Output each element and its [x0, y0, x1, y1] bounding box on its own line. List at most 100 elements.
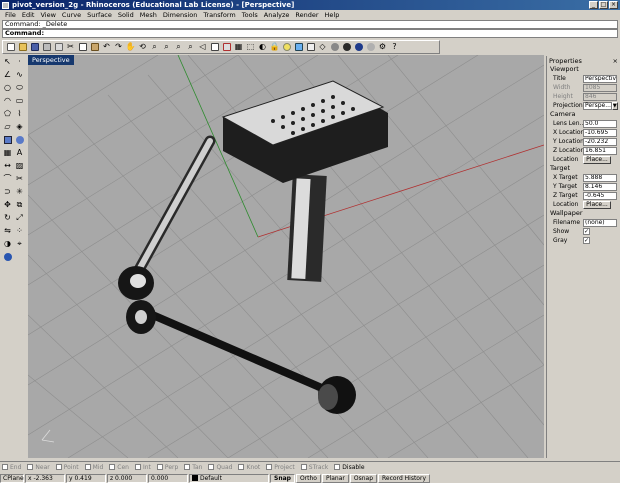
osnap-perp[interactable]: Perp — [156, 464, 178, 471]
zoom-selected-icon[interactable]: ⌕ — [185, 42, 196, 53]
snap-toggle[interactable]: Snap — [270, 473, 295, 483]
new-file-icon[interactable] — [5, 42, 16, 53]
lock-icon[interactable]: 🔒 — [269, 42, 280, 53]
properties-icon[interactable] — [305, 42, 316, 53]
osnap-checkbox[interactable] — [84, 464, 91, 470]
menu-surface[interactable]: Surface — [84, 11, 115, 19]
four-viewports-icon[interactable] — [209, 42, 220, 53]
osnap-checkbox[interactable] — [300, 464, 307, 470]
osnap-checkbox[interactable] — [266, 464, 273, 470]
menu-solid[interactable]: Solid — [115, 11, 137, 19]
gray-checkbox[interactable]: ✓ — [583, 237, 590, 244]
osnap-checkbox[interactable] — [2, 464, 8, 470]
redo-icon[interactable]: ↷ — [113, 42, 124, 53]
dropdown-arrow-icon[interactable]: ▼ — [611, 101, 618, 110]
wireframe-icon[interactable]: ◇ — [317, 42, 328, 53]
record-history-toggle[interactable]: Record History — [378, 473, 430, 483]
copy-object-icon[interactable]: ⧉ — [14, 199, 25, 210]
undo-view-icon[interactable]: ◁ — [197, 42, 208, 53]
import-icon[interactable] — [53, 42, 64, 53]
scale-icon[interactable]: ⤢ — [14, 212, 25, 223]
osnap-project[interactable]: Project — [266, 464, 295, 471]
curve-icon[interactable]: ∿ — [14, 69, 25, 80]
menu-mesh[interactable]: Mesh — [137, 11, 160, 19]
rotate-icon[interactable]: ↻ — [2, 212, 13, 223]
hatch-icon[interactable]: ▨ — [14, 160, 25, 171]
menu-analyze[interactable]: Analyze — [261, 11, 293, 19]
osnap-knot[interactable]: Knot — [238, 464, 260, 471]
ortho-toggle[interactable]: Ortho — [295, 473, 321, 483]
menu-file[interactable]: File — [2, 11, 19, 19]
set-cplane-icon[interactable] — [221, 42, 232, 53]
menu-edit[interactable]: Edit — [19, 11, 38, 19]
zoom-extents-icon[interactable]: ⌕ — [173, 42, 184, 53]
osnap-checkbox[interactable] — [55, 464, 62, 470]
osnap-mid[interactable]: Mid — [84, 464, 103, 471]
prop-title-field[interactable]: Perspective — [583, 74, 617, 83]
sphere-icon[interactable] — [14, 134, 25, 145]
polyline-icon[interactable]: ∠ — [2, 69, 13, 80]
render-preview-icon[interactable] — [341, 42, 352, 53]
osnap-toggle[interactable]: Osnap — [349, 473, 378, 483]
dimension-icon[interactable]: ↔ — [2, 160, 13, 171]
rotate-view-icon[interactable]: ⟲ — [137, 42, 148, 53]
osnap-end[interactable]: End — [2, 464, 21, 471]
prop-tz-field[interactable]: -0.645 — [583, 191, 617, 200]
print-icon[interactable] — [41, 42, 52, 53]
array-icon[interactable]: ⁘ — [14, 225, 25, 236]
help-icon[interactable]: ? — [389, 42, 400, 53]
menu-curve[interactable]: Curve — [59, 11, 84, 19]
cplane-indicator[interactable]: CPlane — [0, 473, 24, 483]
hide-icon[interactable]: ◐ — [257, 42, 268, 53]
menu-render[interactable]: Render — [292, 11, 321, 19]
join-icon[interactable]: ⊃ — [2, 186, 13, 197]
osnap-checkbox[interactable] — [208, 464, 215, 470]
zoom-window-icon[interactable]: ⌕ — [161, 42, 172, 53]
point-icon[interactable]: · — [14, 56, 25, 67]
target-place-button[interactable]: Place... — [583, 200, 611, 209]
surface-loft-icon[interactable]: ◈ — [14, 121, 25, 132]
prop-zloc-field[interactable]: 16.851 — [583, 146, 617, 155]
rectangle-icon[interactable]: ▭ — [14, 95, 25, 106]
fillet-icon[interactable]: ⌒ — [2, 173, 13, 184]
ellipse-icon[interactable]: ⬭ — [14, 82, 25, 93]
osnap-strack[interactable]: STrack — [300, 464, 328, 471]
osnap-checkbox[interactable] — [184, 464, 191, 470]
circle-icon[interactable]: ○ — [2, 82, 13, 93]
move-icon[interactable]: ✥ — [2, 199, 13, 210]
prop-tx-field[interactable]: 5.888 — [583, 173, 617, 182]
osnap-checkbox[interactable] — [27, 464, 34, 470]
close-button[interactable]: × — [609, 1, 618, 9]
prop-yloc-field[interactable]: -20.232 — [583, 137, 617, 146]
arc-icon[interactable]: ◠ — [2, 95, 13, 106]
paste-icon[interactable] — [89, 42, 100, 53]
osnap-checkbox[interactable] — [109, 464, 116, 470]
explode-icon[interactable]: ✳ — [14, 186, 25, 197]
prop-ty-field[interactable]: 8.146 — [583, 182, 617, 191]
prop-filename-field[interactable]: (none) — [583, 218, 617, 227]
layer-indicator[interactable]: Default — [189, 473, 269, 483]
copy-icon[interactable] — [77, 42, 88, 53]
select-arrow-icon[interactable]: ↖ — [2, 56, 13, 67]
osnap-checkbox[interactable] — [334, 464, 341, 470]
osnap-near[interactable]: Near — [27, 464, 50, 471]
render-tool-icon[interactable] — [2, 251, 13, 262]
menu-help[interactable]: Help — [322, 11, 343, 19]
cut-icon[interactable]: ✂ — [65, 42, 76, 53]
menu-tools[interactable]: Tools — [239, 11, 261, 19]
osnap-checkbox[interactable] — [238, 464, 245, 470]
show-checkbox[interactable]: ✓ — [583, 228, 590, 235]
analyze-icon[interactable]: ⌖ — [14, 238, 25, 249]
mirror-icon[interactable]: ⇋ — [2, 225, 13, 236]
menu-view[interactable]: View — [37, 11, 58, 19]
layer-icon[interactable] — [293, 42, 304, 53]
select-icon[interactable]: ⬚ — [245, 42, 256, 53]
menu-transform[interactable]: Transform — [200, 11, 238, 19]
prop-lens-field[interactable]: 50.0 — [583, 119, 617, 128]
minimize-button[interactable]: _ — [589, 1, 598, 9]
freeform-icon[interactable]: ⌇ — [14, 108, 25, 119]
material-icon[interactable] — [365, 42, 376, 53]
osnap-quad[interactable]: Quad — [208, 464, 232, 471]
osnap-checkbox[interactable] — [156, 464, 163, 470]
open-folder-icon[interactable] — [17, 42, 28, 53]
